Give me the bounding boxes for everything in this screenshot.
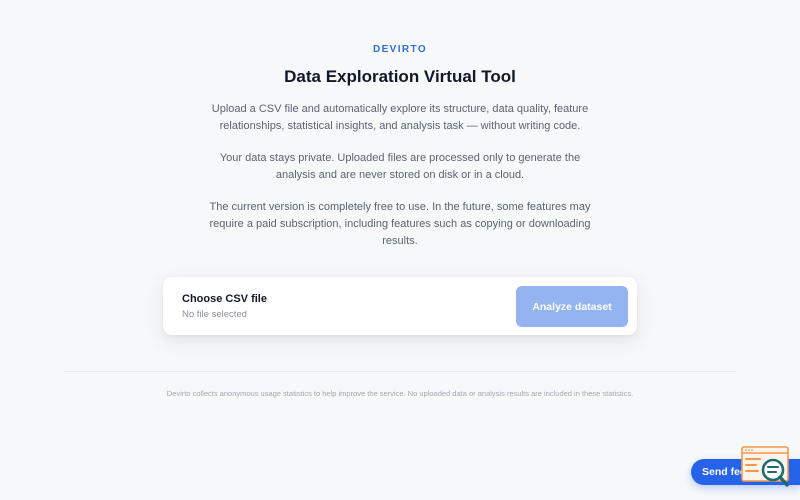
intro-paragraph-pricing: The current version is completely free t… (209, 201, 591, 247)
divider (64, 371, 736, 372)
brand-label: DEVIRTO (372, 44, 428, 55)
intro-paragraph-privacy: Your data stays private. Uploaded files … (219, 152, 581, 181)
intro-paragraph-upload: Upload a CSV file and automatically expl… (211, 103, 589, 132)
analyze-dataset-button[interactable]: Analyze dataset (516, 286, 628, 327)
file-status-text: No file selected (182, 309, 247, 320)
choose-csv-file-label[interactable]: Choose CSV file (182, 293, 267, 305)
page-title: Data Exploration Virtual Tool (284, 67, 516, 86)
magnifier-chart-icon[interactable] (740, 446, 792, 492)
upload-card: Choose CSV file No file selected Analyze… (163, 277, 637, 335)
usage-statistics-notice: Devirto collects anonymous usage statist… (166, 389, 634, 398)
page: DEVIRTO Data Exploration Virtual Tool Up… (0, 0, 800, 500)
